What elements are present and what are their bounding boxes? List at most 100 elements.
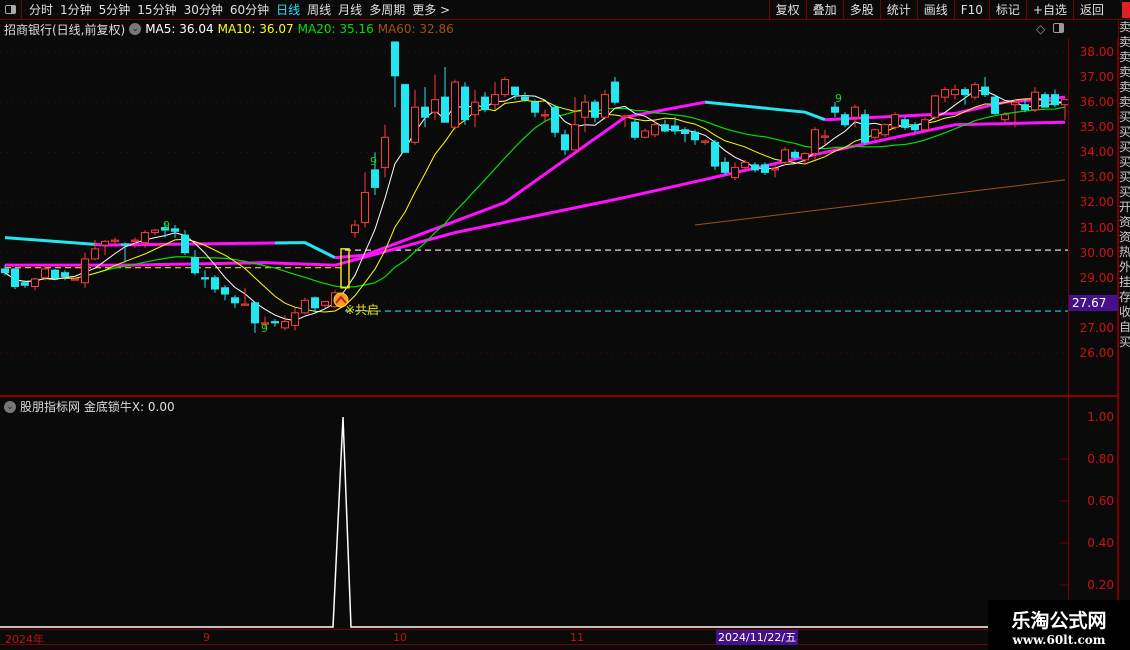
signal-candle	[340, 248, 350, 289]
toolbar-button[interactable]: 叠加	[805, 0, 843, 20]
period-tab[interactable]: 5分钟	[99, 1, 131, 18]
price-axis-label: 31.00	[1079, 220, 1114, 235]
period-tab[interactable]: 周线	[307, 1, 331, 18]
candle-down	[401, 84, 409, 153]
candle-down	[561, 134, 569, 151]
upper-band-line	[4, 236, 96, 246]
right-info-strip[interactable]: 卖卖卖卖卖卖买买买买买买开资资热外挂存收自买	[1118, 20, 1130, 630]
candle-up	[321, 301, 329, 306]
period-tab[interactable]: 日线	[276, 1, 300, 18]
nine-count-label: 9	[261, 322, 268, 335]
chevron-down-icon[interactable]: ⌄	[129, 23, 142, 35]
candle-down	[221, 287, 229, 295]
candle-up	[411, 106, 419, 143]
indicator-name: 股朋指标网 金底锁牛X: 0.00	[20, 400, 175, 414]
toolbar-button[interactable]: 复权	[768, 0, 806, 20]
toolbar-button[interactable]: 统计	[879, 0, 917, 20]
candle-down	[961, 89, 969, 96]
toolbar-button[interactable]: +自选	[1025, 0, 1073, 20]
candle-down	[1, 268, 9, 274]
candle-up	[571, 124, 579, 151]
period-tab[interactable]: 30分钟	[184, 1, 223, 18]
candle-down	[841, 114, 849, 126]
candle-up	[491, 94, 499, 106]
candle-up	[1011, 101, 1019, 106]
candle-down	[61, 272, 69, 277]
candle-up	[821, 135, 829, 138]
candle-up	[971, 84, 979, 98]
ma10-value: MA10: 36.07	[217, 22, 294, 36]
indicator-axis-label: 0.80	[1087, 452, 1114, 466]
candle-up	[601, 94, 609, 118]
candle-down	[521, 96, 529, 101]
date-axis: 2024年 9 10 11 2024/11/22/五	[0, 629, 1118, 646]
candle-up	[921, 119, 929, 131]
candle-down	[231, 297, 239, 304]
chevron-down-icon[interactable]: ⌄	[4, 400, 16, 413]
period-tab[interactable]: 更多 >	[412, 1, 450, 18]
candle-down	[611, 81, 619, 103]
candle-down	[181, 234, 189, 254]
candle-down	[251, 302, 259, 324]
candle-up	[731, 166, 739, 178]
candle-up	[131, 239, 139, 242]
right-toolbar: 复权 叠加 多股 统计 画线 F10 标记 +自选 返回	[768, 0, 1110, 20]
period-tab[interactable]: 1分钟	[60, 1, 92, 18]
diamond-icon[interactable]: ◇	[1036, 22, 1045, 36]
toolbar-button[interactable]: 标记	[988, 0, 1026, 20]
period-tab[interactable]: 分时	[29, 1, 53, 18]
pane-divider[interactable]	[0, 395, 1118, 397]
price-axis-label: 26.00	[1079, 345, 1114, 360]
candle-down	[121, 243, 129, 246]
candle-down	[371, 169, 379, 188]
candle-down	[831, 106, 839, 113]
current-price-tag: 27.67	[1069, 295, 1118, 311]
candle-up	[291, 312, 299, 326]
candle-up	[281, 321, 289, 329]
price-axis-label: 37.00	[1079, 70, 1114, 85]
candle-down	[511, 86, 519, 96]
candle-up	[91, 248, 99, 260]
toolbar-button[interactable]: F10	[953, 0, 989, 20]
indicator-axis-label: 0.20	[1087, 578, 1114, 592]
watermark-title: 乐淘公式网	[1011, 610, 1107, 632]
layout-toggle-icon[interactable]	[1053, 23, 1064, 33]
period-tab[interactable]: 多周期	[369, 1, 405, 18]
panel-toggle-button[interactable]	[0, 0, 22, 20]
period-toolbar: 分时 1分钟 5分钟 15分钟 30分钟 60分钟 日线 周线 月线 多周期 更多 > 复权 叠加 多股…	[0, 0, 1130, 20]
date-label: 2024年	[5, 633, 44, 646]
candle-down	[761, 164, 769, 173]
toolbar-button[interactable]: 返回	[1072, 0, 1110, 20]
candle-up	[81, 258, 89, 284]
candle-up	[741, 161, 749, 168]
candle-up	[931, 95, 939, 118]
candle-down	[721, 161, 729, 173]
candle-down	[11, 268, 19, 287]
indicator-line	[0, 416, 1068, 628]
candle-up	[501, 79, 509, 96]
period-tab[interactable]: 15分钟	[137, 1, 176, 18]
chart-canvas	[0, 41, 1069, 628]
candle-up	[891, 114, 899, 128]
signal-label: ※共启	[345, 303, 380, 317]
candle-down	[591, 101, 599, 118]
indicator-axis-label: 0.60	[1087, 494, 1114, 508]
toolbar-button[interactable]: 画线	[916, 0, 954, 20]
price-axis-label: 34.00	[1079, 145, 1114, 160]
price-axis-label: 30.00	[1079, 245, 1114, 260]
ma60-value: MA60: 32.86	[377, 22, 454, 36]
indicator-axis-label: 0.40	[1087, 536, 1114, 550]
candle-up	[1001, 114, 1009, 121]
candle-down	[751, 164, 759, 171]
period-tab[interactable]: 60分钟	[230, 1, 269, 18]
toolbar-button[interactable]: 多股	[842, 0, 880, 20]
nine-count-label: 9	[835, 92, 842, 105]
candle-down	[711, 141, 719, 167]
candle-up	[541, 114, 549, 117]
candle-down	[191, 257, 199, 274]
price-axis-label: 36.00	[1079, 95, 1114, 110]
price-axis-label: 27.00	[1079, 320, 1114, 335]
candle-down	[901, 119, 909, 128]
candle-up	[771, 168, 779, 171]
period-tab[interactable]: 月线	[338, 1, 362, 18]
